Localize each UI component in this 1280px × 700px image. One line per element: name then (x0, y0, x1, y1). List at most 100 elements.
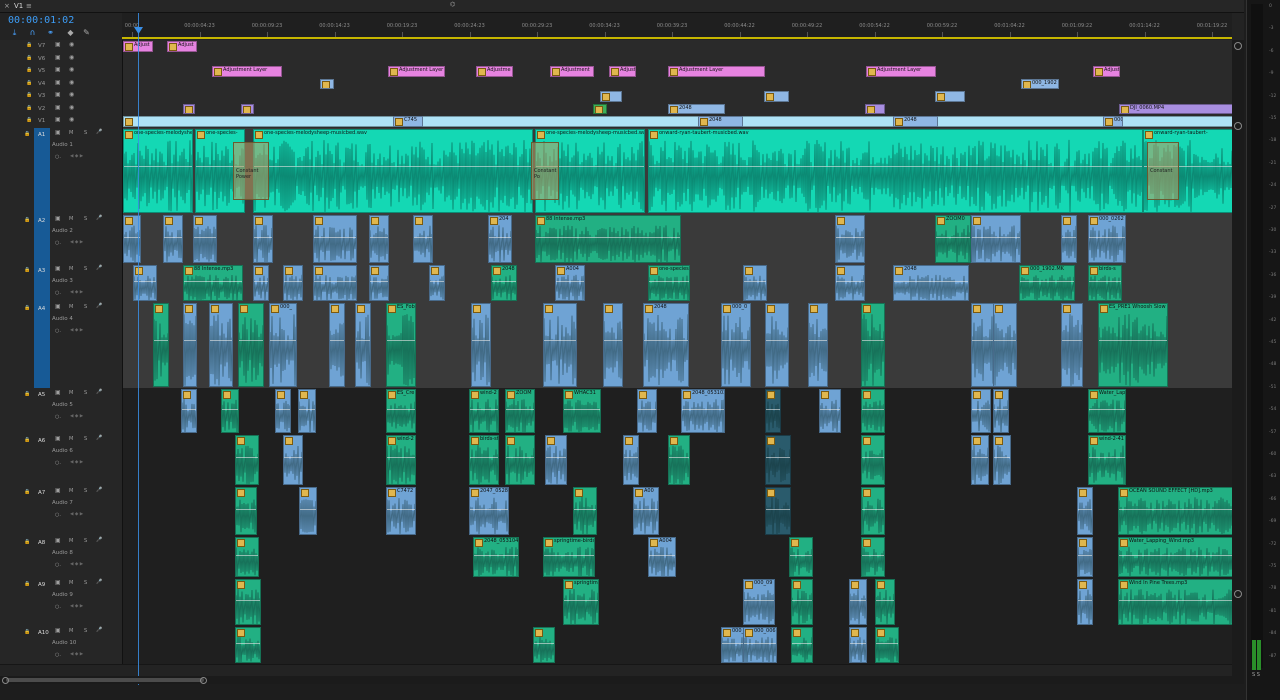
toggle-output-icon[interactable]: ▣ (55, 79, 61, 86)
audio-clip[interactable] (1077, 536, 1093, 577)
lock-icon[interactable]: 🔒 (24, 267, 30, 273)
audio-clip[interactable] (875, 626, 899, 663)
channel-controls-icon[interactable]: ◀ ◆ ▶ (70, 652, 83, 657)
audio-clip[interactable]: wind-2 (469, 388, 499, 433)
audio-clip[interactable] (743, 264, 767, 301)
video-track-body[interactable]: 000_1902 (123, 77, 1232, 90)
audio-clip[interactable]: ES_Fob (386, 302, 416, 387)
eye-icon[interactable]: ◉ (69, 54, 74, 61)
solo-button[interactable]: S (84, 580, 87, 586)
audio-clip[interactable] (819, 388, 841, 433)
audio-clip[interactable] (1061, 214, 1077, 263)
audio-transition[interactable]: Constant (1147, 141, 1179, 200)
scroll-bottom-handle[interactable] (1234, 590, 1242, 598)
toggle-sync-icon[interactable]: ▣ (55, 487, 61, 494)
audio-track-body[interactable]: one-species-melodyshee one-species-one-sp… (123, 127, 1233, 214)
track-source-label[interactable]: A8 (38, 540, 45, 546)
audio-clip[interactable]: springtime-birds (543, 536, 595, 577)
audio-clip[interactable] (235, 486, 257, 535)
scroll-zoom-handle[interactable] (1234, 122, 1242, 130)
channel-controls-icon[interactable]: ◀ ◆ ▶ (70, 604, 83, 609)
microphone-icon[interactable]: 🎤 (96, 303, 102, 309)
video-clip[interactable]: 2048 (893, 116, 938, 127)
audio-clip[interactable] (193, 214, 217, 263)
track-source-label[interactable]: A3 (38, 268, 45, 274)
scroll-top-handle[interactable] (1234, 42, 1242, 50)
audio-clip[interactable] (1077, 578, 1093, 625)
video-track-body[interactable]: C745 2048 2048 000_ (123, 115, 1233, 128)
audio-clip[interactable] (849, 578, 867, 625)
video-clip[interactable]: Adjustme (476, 66, 513, 77)
meter-solo-buttons[interactable]: S S (1252, 672, 1260, 678)
audio-clip[interactable] (849, 626, 867, 663)
audio-clip[interactable] (789, 536, 813, 577)
audio-clip[interactable] (298, 388, 316, 433)
audio-clip[interactable] (765, 302, 789, 387)
toggle-output-icon[interactable]: ▣ (55, 41, 61, 48)
audio-clip[interactable] (235, 626, 261, 663)
toggle-output-icon[interactable]: ▣ (55, 54, 61, 61)
video-clip[interactable] (320, 78, 334, 89)
video-track-body[interactable] (123, 90, 1232, 103)
audio-clip[interactable] (313, 214, 357, 263)
audio-clip[interactable]: 2048_053103 (681, 388, 725, 433)
volume-knob-icon[interactable]: ○. (55, 414, 61, 420)
video-track-body[interactable]: Adjust Adjust (123, 40, 1232, 53)
sequence-tab[interactable]: V1 (14, 0, 23, 12)
audio-clip[interactable]: wind-2 (386, 434, 416, 485)
audio-clip[interactable]: A00 (633, 486, 659, 535)
audio-track-body[interactable]: 000_0 000_0066 (123, 625, 1232, 664)
audio-clip[interactable]: one-species-melodysheep-musicbed.wav (253, 128, 533, 213)
track-name[interactable]: Audio 6 (52, 448, 73, 454)
video-clip[interactable]: 2048 (668, 103, 725, 114)
track-source-label[interactable]: A1 (38, 132, 45, 138)
video-clip[interactable] (600, 91, 622, 102)
audio-clip[interactable] (235, 536, 259, 577)
solo-button[interactable]: S (84, 628, 87, 634)
microphone-icon[interactable]: 🎤 (96, 537, 102, 543)
video-clip[interactable]: Adjustment (550, 66, 594, 77)
audio-clip[interactable]: wind-2-41 (1088, 434, 1126, 485)
audio-clip[interactable] (505, 434, 535, 485)
audio-clip[interactable]: birds-s (1088, 264, 1122, 301)
solo-button[interactable]: S (84, 488, 87, 494)
solo-button[interactable]: S (84, 304, 87, 310)
audio-clip[interactable] (181, 388, 197, 433)
lock-icon[interactable]: 🔒 (24, 629, 30, 635)
volume-knob-icon[interactable]: ○. (55, 240, 61, 246)
audio-clip[interactable]: ZOOM0 (935, 214, 971, 263)
channel-controls-icon[interactable]: ◀ ◆ ▶ (70, 290, 83, 295)
eye-icon[interactable]: ◉ (69, 41, 74, 48)
audio-clip[interactable]: 000_1902.MK (1019, 264, 1075, 301)
audio-clip[interactable]: one-species-melodyshee (123, 128, 193, 213)
target-track-indicator[interactable] (34, 301, 50, 388)
audio-clip[interactable] (603, 302, 623, 387)
eye-icon[interactable]: ◉ (69, 116, 74, 123)
track-source-label[interactable]: A5 (38, 392, 45, 398)
track-label[interactable]: V2 (38, 106, 45, 112)
volume-knob-icon[interactable]: ○. (55, 512, 61, 518)
audio-clip[interactable] (971, 388, 991, 433)
microphone-icon[interactable]: 🎤 (96, 215, 102, 221)
audio-clip[interactable] (183, 302, 197, 387)
audio-clip[interactable] (861, 536, 885, 577)
toggle-sync-icon[interactable]: ▣ (55, 627, 61, 634)
target-track-indicator[interactable] (34, 127, 50, 214)
lock-icon[interactable]: 🔒 (24, 217, 30, 223)
eye-icon[interactable]: ◉ (69, 104, 74, 111)
mute-button[interactable]: M (69, 216, 73, 222)
video-clip[interactable]: 000_1902 (1021, 78, 1059, 89)
track-name[interactable]: Audio 7 (52, 500, 73, 506)
track-label[interactable]: V6 (38, 56, 45, 62)
mute-button[interactable]: M (69, 436, 73, 442)
mute-button[interactable]: M (69, 488, 73, 494)
audio-clip[interactable] (283, 434, 303, 485)
toggle-sync-icon[interactable]: ▣ (55, 303, 61, 310)
audio-clip[interactable]: ZOOM (505, 388, 535, 433)
lock-icon[interactable]: 🔒 (26, 117, 32, 123)
audio-clip[interactable]: springtim (563, 578, 599, 625)
microphone-icon[interactable]: 🎤 (96, 435, 102, 441)
track-name[interactable]: Audio 2 (52, 228, 73, 234)
lock-icon[interactable]: 🔒 (24, 391, 30, 397)
audio-clip[interactable]: 000_0066 (743, 626, 777, 663)
